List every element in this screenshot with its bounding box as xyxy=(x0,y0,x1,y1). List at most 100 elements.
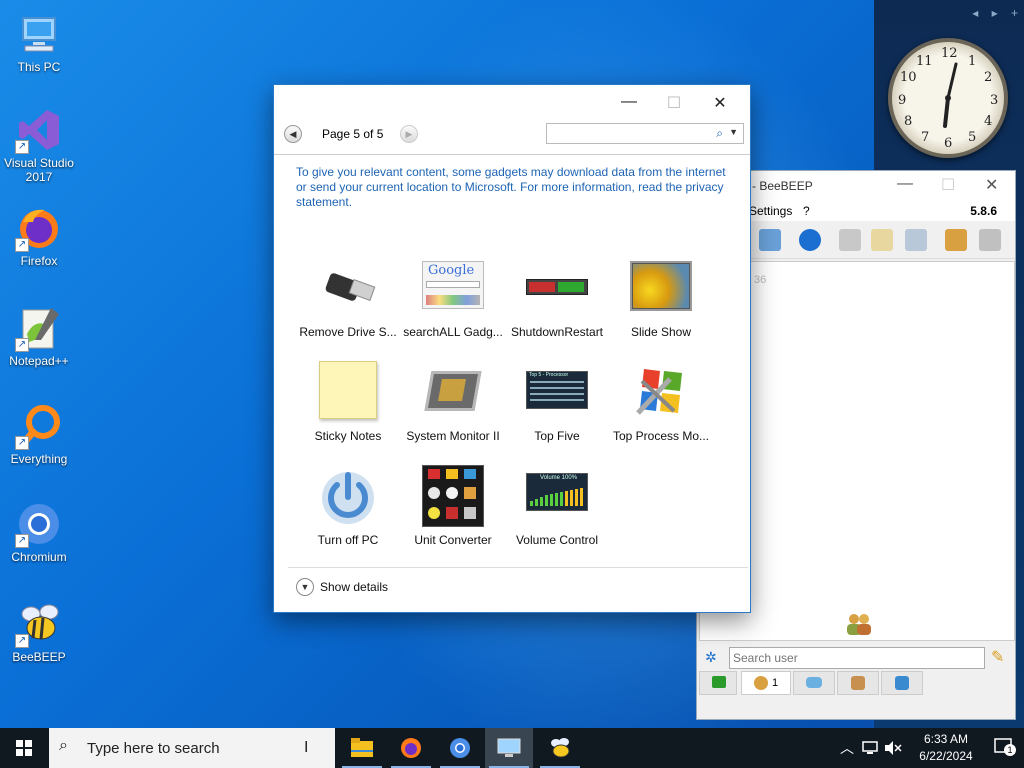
photo-icon xyxy=(630,257,692,319)
divider xyxy=(288,567,748,568)
maximize-icon[interactable]: ☐ xyxy=(664,93,684,113)
notifications-button[interactable]: 1 xyxy=(994,738,1016,756)
desktop-icon-everything[interactable]: ↗ Everything xyxy=(1,402,77,466)
menu-settings[interactable]: Settings xyxy=(749,204,792,218)
gadget-volume-control[interactable]: Volume 100% Volume Control xyxy=(502,465,612,547)
add-gadget-icon[interactable]: + xyxy=(1011,6,1018,20)
computer-icon xyxy=(15,10,63,58)
profile-icon[interactable] xyxy=(759,229,781,251)
gadget-label: searchALL Gadg... xyxy=(403,325,503,339)
next-arrow-icon[interactable]: ▸ xyxy=(992,6,998,20)
tools-icon[interactable] xyxy=(905,229,927,251)
desktop-icon-notepadpp[interactable]: ↗ Notepad++ xyxy=(1,304,77,368)
notification-count: 1 xyxy=(1004,744,1016,756)
close-icon[interactable]: ✕ xyxy=(710,93,730,113)
privacy-notice[interactable]: To give you relevant content, some gadge… xyxy=(296,165,726,210)
gadget-gallery-window[interactable]: — ☐ ✕ ◀ Page 5 of 5 ▶ ⌕ ▼ To give you re… xyxy=(273,84,751,613)
gadget-unit-converter[interactable]: Unit Converter xyxy=(398,465,508,547)
tab-status[interactable] xyxy=(699,671,737,695)
tab-chats[interactable] xyxy=(793,671,835,695)
gadget-top-process-monitor[interactable]: Top Process Mo... xyxy=(606,361,716,443)
gadget-label: ShutdownRestart xyxy=(510,325,604,339)
desktop-icon-label: This PC xyxy=(17,60,61,74)
gadget-shutdown-restart[interactable]: ShutdownRestart xyxy=(502,257,612,339)
gadget-slide-show[interactable]: Slide Show xyxy=(606,257,716,339)
chevron-up-icon[interactable]: ︿ xyxy=(840,738,854,758)
tab-network[interactable] xyxy=(881,671,923,695)
edit-icon[interactable] xyxy=(871,229,893,251)
file-share-icon[interactable] xyxy=(839,229,861,251)
chromium-icon: ↗ xyxy=(15,500,63,548)
shortcut-arrow-icon: ↗ xyxy=(15,634,29,648)
shortcut-arrow-icon: ↗ xyxy=(15,238,29,252)
desktop-icon-beebeep[interactable]: ↗ BeeBEEP xyxy=(1,600,77,664)
taskbar-gadgets[interactable] xyxy=(485,728,533,768)
shortcut-arrow-icon: ↗ xyxy=(15,338,29,352)
desktop-icon-label: BeeBEEP xyxy=(12,650,66,664)
usb-drive-icon xyxy=(317,257,379,319)
taskbar: ⌕ Type here to search I ︿ 6:33 AM 6/22/2… xyxy=(0,728,1024,768)
minimize-icon[interactable]: — xyxy=(897,175,913,193)
close-icon[interactable]: ✕ xyxy=(985,175,998,195)
gadget-system-monitor[interactable]: System Monitor II xyxy=(398,361,508,443)
next-page-button[interactable]: ▶ xyxy=(400,125,418,143)
gadget-label: Sticky Notes xyxy=(314,429,382,443)
gadget-turn-off-pc[interactable]: Turn off PC xyxy=(293,465,403,547)
desktop-icon-label: Notepad++ xyxy=(9,354,69,368)
gadget-top-five[interactable]: Top 5 - Processor Top Five xyxy=(502,361,612,443)
desktop-icon-visual-studio[interactable]: ↗ Visual Studio 2017 xyxy=(1,106,77,184)
bee-icon xyxy=(551,738,570,758)
process-list-icon: Top 5 - Processor xyxy=(526,361,588,423)
clock-gadget[interactable]: 12 1 2 3 4 5 6 7 8 9 10 11 xyxy=(888,38,1008,158)
volume-muted-icon[interactable] xyxy=(884,740,902,756)
chevron-down-icon: ▼ xyxy=(296,578,314,596)
network-icon[interactable] xyxy=(799,229,821,251)
gadget-sticky-notes[interactable]: Sticky Notes xyxy=(293,361,403,443)
settings-gear-icon[interactable]: ✲ xyxy=(705,649,717,666)
clear-broom-icon[interactable]: ✎ xyxy=(991,647,1004,667)
page-label: Page 5 of 5 xyxy=(322,127,384,141)
desktop-icon-this-pc[interactable]: This PC xyxy=(1,10,77,74)
previous-arrow-icon[interactable]: ◂ xyxy=(972,6,978,20)
taskbar-search-box[interactable]: ⌕ Type here to search I xyxy=(49,728,335,768)
tab-users[interactable]: 1 xyxy=(741,671,791,695)
clock-date[interactable]: 6/22/2024 xyxy=(908,749,984,763)
maximize-icon[interactable]: ☐ xyxy=(941,175,955,195)
previous-page-button[interactable]: ◀ xyxy=(284,125,302,143)
taskbar-chromium[interactable] xyxy=(436,728,484,768)
gadget-label: Volume Control xyxy=(515,533,599,547)
page-navigator: ◀ Page 5 of 5 ▶ xyxy=(284,123,420,145)
search-icon: ⌕ xyxy=(59,737,68,754)
unit-converter-icon xyxy=(422,465,484,527)
desktop-icon-chromium[interactable]: ↗ Chromium xyxy=(1,500,77,564)
menu-help[interactable]: ? xyxy=(803,204,810,218)
gadget-remove-drive[interactable]: Remove Drive S... xyxy=(293,257,403,339)
gadget-label: Remove Drive S... xyxy=(299,325,397,339)
topfive-title: Top 5 - Processor xyxy=(529,372,569,378)
desktop-icon-firefox[interactable]: ↗ Firefox xyxy=(1,204,77,268)
taskbar-file-explorer[interactable] xyxy=(338,728,386,768)
trash-icon[interactable] xyxy=(979,229,1001,251)
search-user-input[interactable] xyxy=(729,647,985,669)
chat-icon xyxy=(806,677,822,688)
sticky-note-icon xyxy=(317,361,379,423)
faint-text: 36 xyxy=(754,274,767,286)
search-icon[interactable]: ⌕ xyxy=(716,126,723,141)
start-button[interactable] xyxy=(0,728,48,768)
network-icon[interactable] xyxy=(862,740,878,756)
minimize-icon[interactable]: — xyxy=(619,93,639,111)
clock-hands xyxy=(943,62,958,128)
chevron-down-icon[interactable]: ▼ xyxy=(729,127,738,137)
gadget-search-input[interactable]: ⌕ ▼ xyxy=(546,123,744,144)
tab-groups[interactable] xyxy=(837,671,879,695)
taskbar-beebeep[interactable] xyxy=(536,728,584,768)
users-icon xyxy=(847,614,871,635)
firefox-icon xyxy=(401,738,421,758)
clock-time[interactable]: 6:33 AM xyxy=(914,732,978,746)
taskbar-firefox[interactable] xyxy=(387,728,435,768)
text-cursor-icon: I xyxy=(304,739,309,756)
update-icon[interactable] xyxy=(945,229,967,251)
group-icon xyxy=(851,676,865,690)
gadget-label: System Monitor II xyxy=(406,429,500,443)
gadget-searchall[interactable]: Google searchALL Gadg... xyxy=(398,257,508,339)
